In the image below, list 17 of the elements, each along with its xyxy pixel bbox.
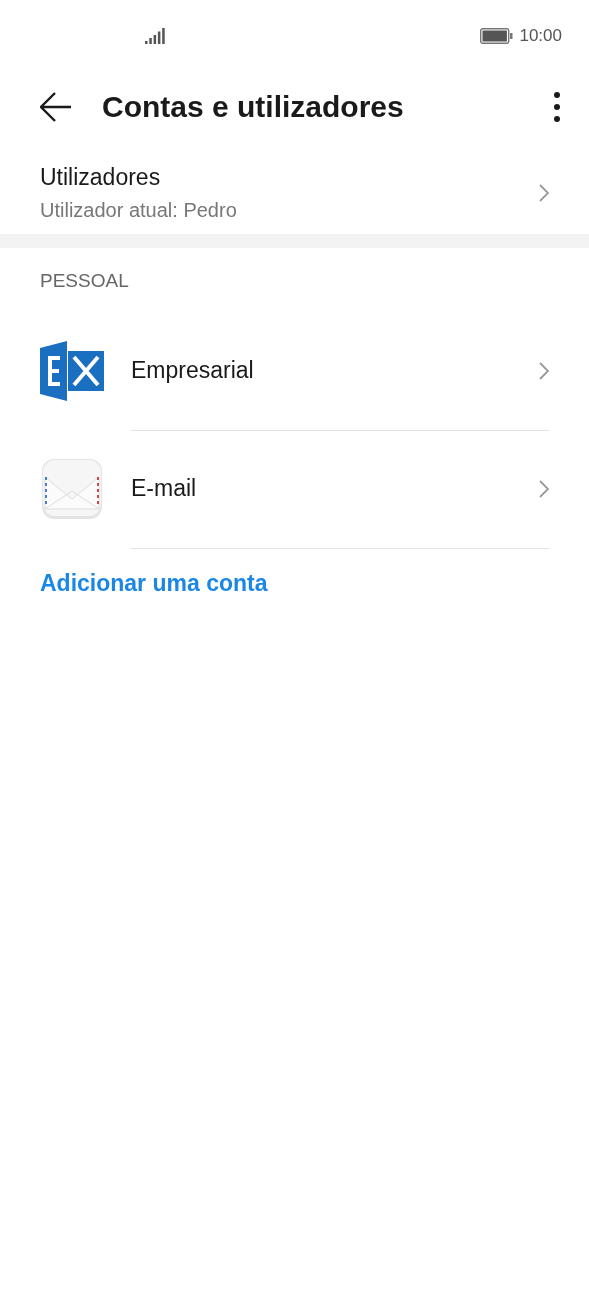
users-subtitle: Utilizador atual: Pedro (40, 199, 238, 222)
more-options-icon[interactable] (553, 91, 561, 123)
account-label[interactable]: E-mail (131, 475, 539, 502)
add-account-link[interactable]: Adicionar uma conta (40, 570, 268, 597)
envelope-icon (42, 459, 102, 519)
clock-time: 10:00 (519, 26, 562, 46)
chevron-icon (539, 184, 549, 202)
panel-icon (40, 341, 104, 401)
battery-icon (480, 28, 514, 44)
account-label[interactable]: Empresarial (131, 357, 539, 384)
chevron-icon (539, 361, 549, 380)
back-arrow-icon[interactable] (40, 92, 72, 122)
signal-icon (145, 28, 165, 44)
users-title[interactable]: Utilizadores (40, 164, 539, 191)
section-header: PESSOAL (39, 269, 130, 293)
chevron-icon (539, 479, 549, 498)
page-title: Contas e utilizadores (102, 90, 405, 124)
